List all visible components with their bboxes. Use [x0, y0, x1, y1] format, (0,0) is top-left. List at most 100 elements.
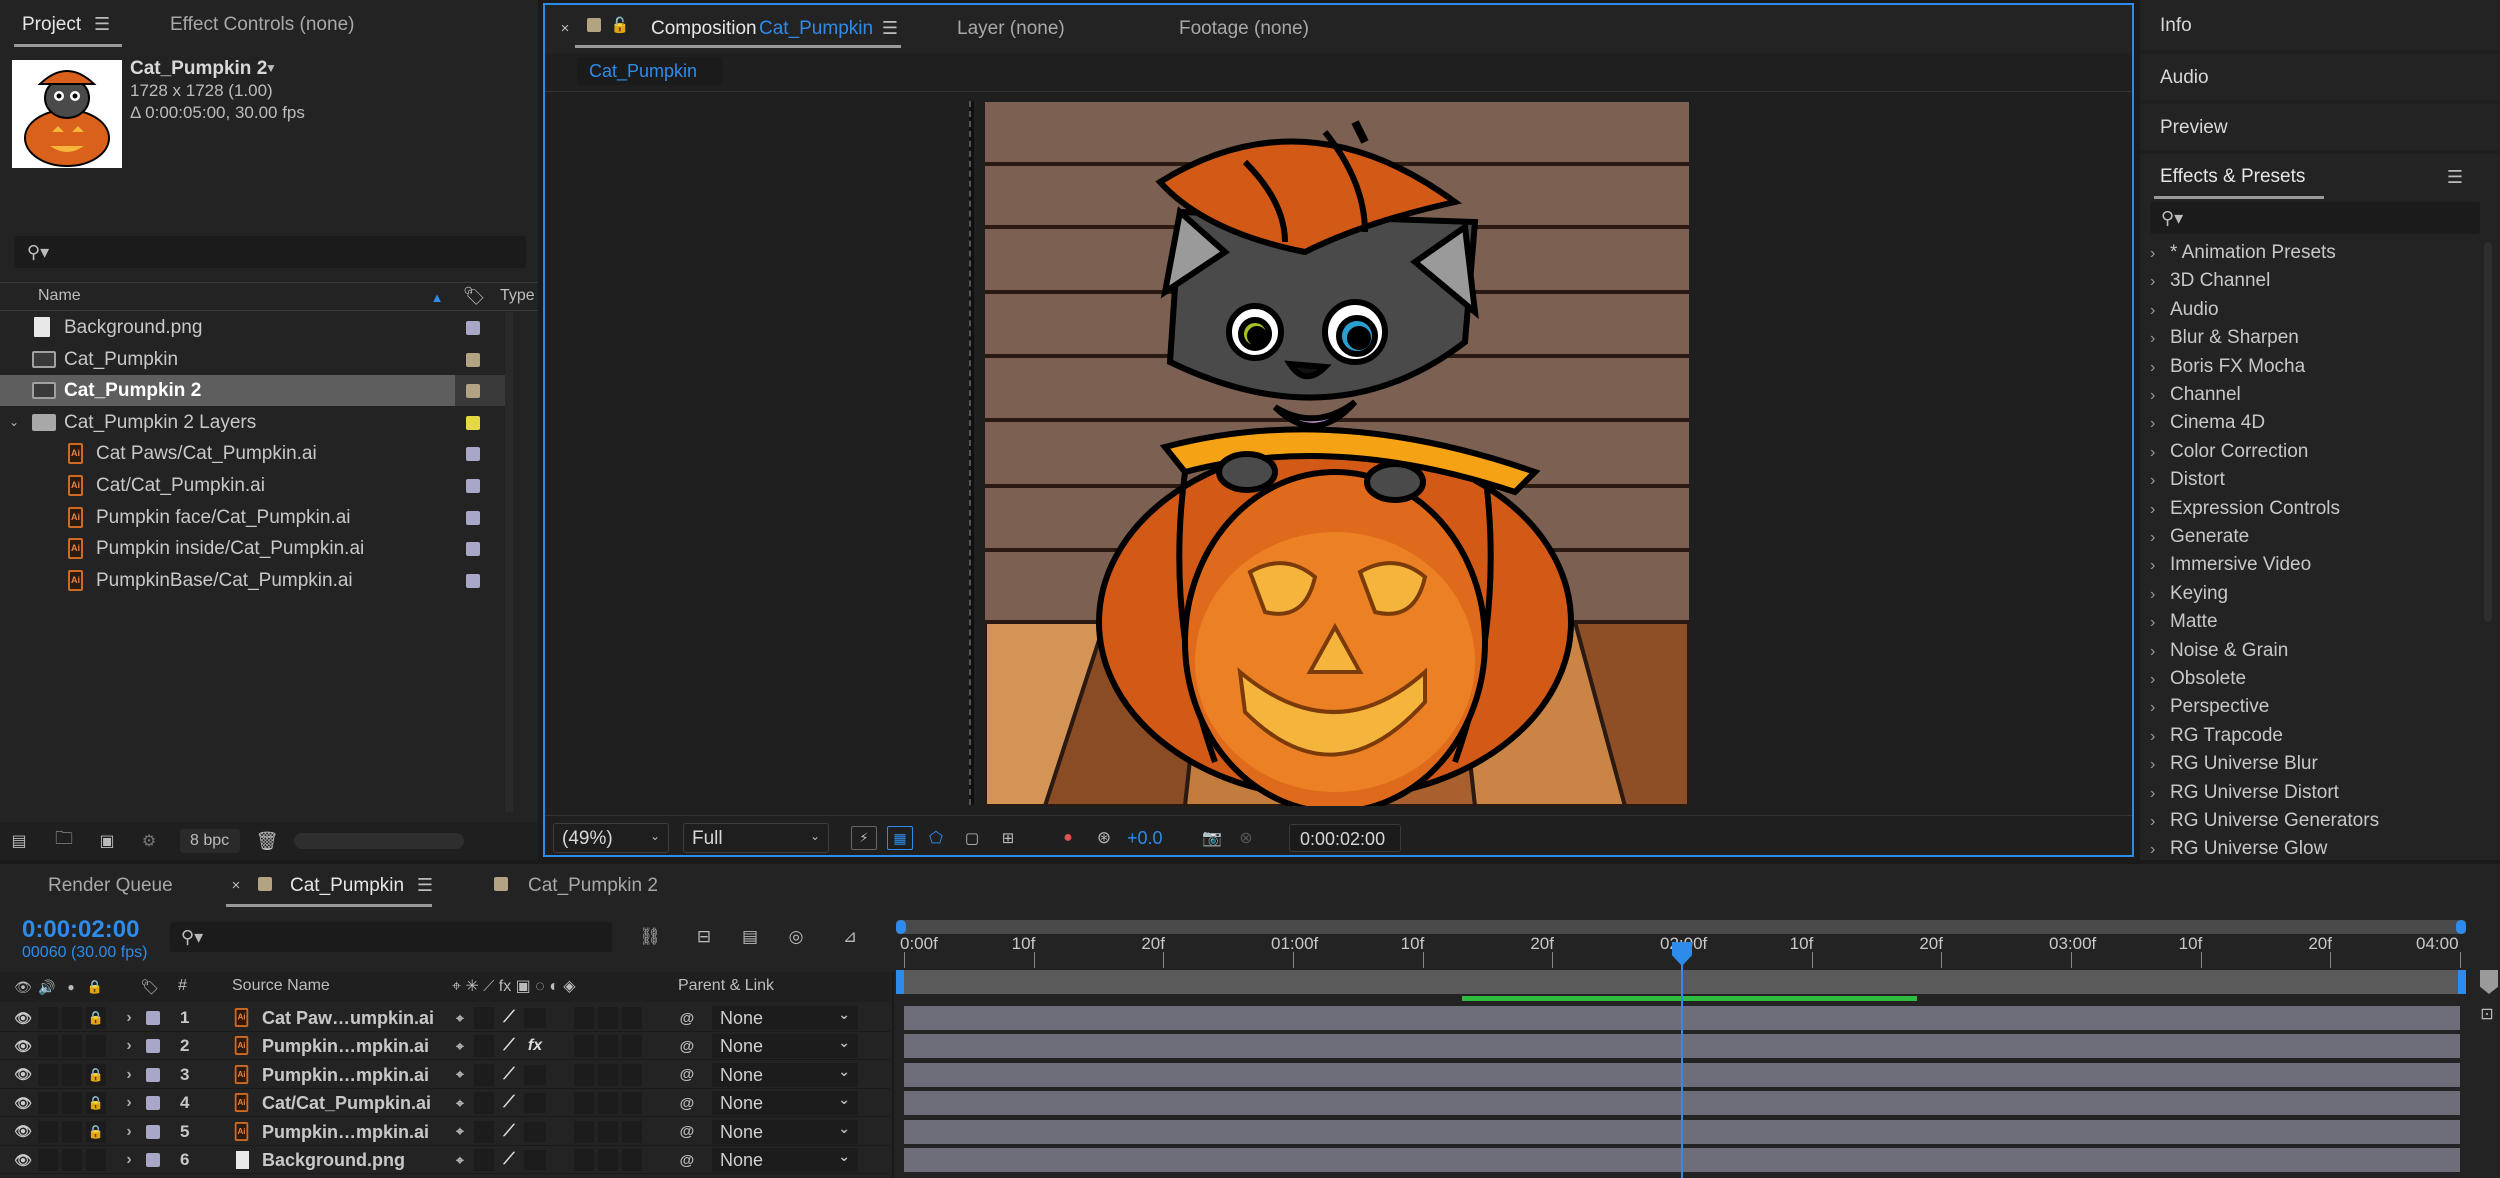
- project-item[interactable]: Cat_Pumpkin 2: [0, 375, 505, 407]
- project-item[interactable]: Ai Cat/Cat_Pumpkin.ai: [0, 470, 505, 501]
- thumbnail-scroll[interactable]: [294, 833, 464, 849]
- label-color-swatch[interactable]: [466, 415, 480, 430]
- label-tag-icon[interactable]: 🏷: [462, 286, 486, 306]
- show-channel-icon[interactable]: ●: [1055, 826, 1081, 850]
- effect-category[interactable]: › 3D Channel: [2150, 270, 2270, 292]
- project-item[interactable]: ⌄ Cat_Pumpkin 2 Layers: [0, 407, 505, 438]
- label-color-swatch[interactable]: [466, 384, 480, 399]
- transparency-grid-icon[interactable]: ▦: [887, 826, 913, 850]
- audio-speaker-icon[interactable]: 🔊: [36, 976, 58, 998]
- lock-icon[interactable]: 🔓: [611, 15, 630, 35]
- sort-ascending-icon[interactable]: ▲: [428, 289, 446, 305]
- show-snapshot-icon[interactable]: ⊗: [1233, 826, 1259, 850]
- current-time[interactable]: 0:00:02:00: [22, 916, 139, 944]
- project-item[interactable]: Cat_Pumpkin: [0, 344, 505, 375]
- effect-category[interactable]: › Keying: [2150, 583, 2228, 605]
- close-icon[interactable]: ×: [228, 876, 244, 894]
- interpret-footage-icon[interactable]: ▤: [8, 830, 30, 852]
- tab-footage[interactable]: Footage (none): [1179, 18, 1309, 40]
- effect-category[interactable]: › RG Universe Distort: [2150, 782, 2339, 804]
- time-navigator[interactable]: [896, 920, 2466, 934]
- tab-composition-name[interactable]: Cat_Pumpkin: [759, 18, 873, 40]
- work-area-end[interactable]: [2458, 970, 2466, 994]
- comp-timecode-box[interactable]: 0:00:02:00: [1289, 824, 1401, 852]
- close-icon[interactable]: ×: [557, 19, 573, 37]
- effect-category[interactable]: › Channel: [2150, 384, 2241, 406]
- draft-3d-icon[interactable]: ⊟: [690, 924, 718, 950]
- comp-breadcrumb[interactable]: Cat_Pumpkin: [577, 57, 723, 85]
- effect-category[interactable]: › RG Universe Glow: [2150, 838, 2327, 860]
- label-color-swatch[interactable]: [466, 542, 480, 557]
- tab-effect-controls[interactable]: Effect Controls (none): [170, 14, 354, 36]
- label-color-swatch[interactable]: [466, 321, 480, 335]
- comp-marker-icon[interactable]: [2480, 970, 2498, 994]
- mask-visibility-icon[interactable]: ⬠: [923, 826, 949, 850]
- navigator-start-handle[interactable]: [896, 920, 906, 934]
- graph-editor-icon[interactable]: ⊿: [836, 924, 864, 950]
- effect-category[interactable]: › Generate: [2150, 526, 2249, 548]
- resolution-dropdown[interactable]: Full ⌄: [683, 823, 829, 853]
- composition-flowchart-icon[interactable]: ⛓: [636, 924, 664, 950]
- work-area-start[interactable]: [896, 970, 904, 994]
- project-item[interactable]: Ai Pumpkin face/Cat_Pumpkin.ai: [0, 502, 505, 533]
- label-color-swatch[interactable]: [466, 447, 480, 462]
- project-item[interactable]: Ai PumpkinBase/Cat_Pumpkin.ai: [0, 565, 505, 596]
- tab-layer[interactable]: Layer (none): [957, 18, 1065, 40]
- new-composition-icon[interactable]: ▣: [94, 830, 120, 852]
- effects-search-input[interactable]: ⚲▾: [2150, 202, 2480, 234]
- preview-panel-header[interactable]: Preview: [2140, 104, 2500, 150]
- zoom-dropdown[interactable]: (49%) ⌄: [553, 823, 669, 853]
- fast-previews-icon[interactable]: ⚡: [851, 826, 877, 850]
- col-parent-header[interactable]: Parent & Link: [678, 977, 774, 995]
- effect-category[interactable]: › * Animation Presets: [2150, 242, 2336, 264]
- effect-category[interactable]: › RG Trapcode: [2150, 725, 2283, 747]
- panel-menu-icon[interactable]: ☰: [881, 18, 899, 38]
- tab-composition-label[interactable]: Composition: [651, 18, 757, 40]
- effect-category[interactable]: › RG Universe Generators: [2150, 810, 2379, 832]
- effect-category[interactable]: › Matte: [2150, 611, 2218, 633]
- trash-icon[interactable]: 🗑: [256, 830, 279, 852]
- label-color-swatch[interactable]: [466, 510, 480, 525]
- motion-blur-icon[interactable]: ◎: [782, 924, 810, 950]
- new-folder-icon[interactable]: 🗀: [52, 828, 76, 852]
- col-name-header[interactable]: Name: [38, 287, 81, 305]
- comp-button-icon[interactable]: ⊡: [2476, 1004, 2498, 1026]
- effect-category[interactable]: › Noise & Grain: [2150, 640, 2288, 662]
- col-source-header[interactable]: Source Name: [232, 977, 330, 995]
- effect-category[interactable]: › Perspective: [2150, 696, 2269, 718]
- effect-category[interactable]: › Boris FX Mocha: [2150, 356, 2305, 378]
- item-name[interactable]: Cat_Pumpkin 2: [130, 58, 267, 80]
- effect-category[interactable]: › Cinema 4D: [2150, 412, 2265, 434]
- panel-menu-icon[interactable]: ☰: [416, 875, 434, 895]
- effect-category[interactable]: › Audio: [2150, 299, 2219, 321]
- info-panel-header[interactable]: Info: [2140, 0, 2500, 50]
- label-tag-icon[interactable]: 🏷: [138, 976, 162, 998]
- chevron-down-icon[interactable]: ⌄: [6, 413, 22, 431]
- audio-panel-header[interactable]: Audio: [2140, 54, 2500, 100]
- panel-menu-icon[interactable]: ☰: [2446, 167, 2464, 187]
- col-type-header[interactable]: Type: [500, 287, 535, 305]
- project-panel-scrollbar[interactable]: [505, 312, 513, 812]
- snapshot-camera-icon[interactable]: 📷: [1199, 826, 1225, 850]
- effects-scrollbar[interactable]: [2484, 242, 2492, 622]
- effect-category[interactable]: › Immersive Video: [2150, 554, 2311, 576]
- grid-guides-icon[interactable]: ⊞: [995, 826, 1021, 850]
- tab-timeline-active[interactable]: Cat_Pumpkin: [290, 875, 404, 897]
- tab-project[interactable]: Project: [22, 14, 81, 36]
- panel-menu-icon[interactable]: ☰: [94, 14, 110, 34]
- project-item[interactable]: Background.png: [0, 312, 505, 343]
- effect-category[interactable]: › Obsolete: [2150, 668, 2246, 690]
- flowchart-icon[interactable]: ⚙: [136, 830, 162, 852]
- solo-icon[interactable]: ●: [60, 976, 82, 998]
- bpc-button[interactable]: 8 bpc: [180, 829, 240, 853]
- comp-viewer[interactable]: [985, 102, 1689, 806]
- label-color-swatch[interactable]: [466, 573, 480, 588]
- tab-timeline-other[interactable]: Cat_Pumpkin 2: [528, 875, 658, 897]
- effect-category[interactable]: › Expression Controls: [2150, 498, 2340, 520]
- exposure-value[interactable]: +0.0: [1127, 828, 1163, 849]
- effect-category[interactable]: › Blur & Sharpen: [2150, 327, 2299, 349]
- label-color-swatch[interactable]: [466, 479, 480, 493]
- tab-render-queue[interactable]: Render Queue: [48, 875, 173, 897]
- project-item[interactable]: Ai Cat Paws/Cat_Pumpkin.ai: [0, 438, 505, 469]
- timeline-search-input[interactable]: ⚲▾: [170, 922, 612, 952]
